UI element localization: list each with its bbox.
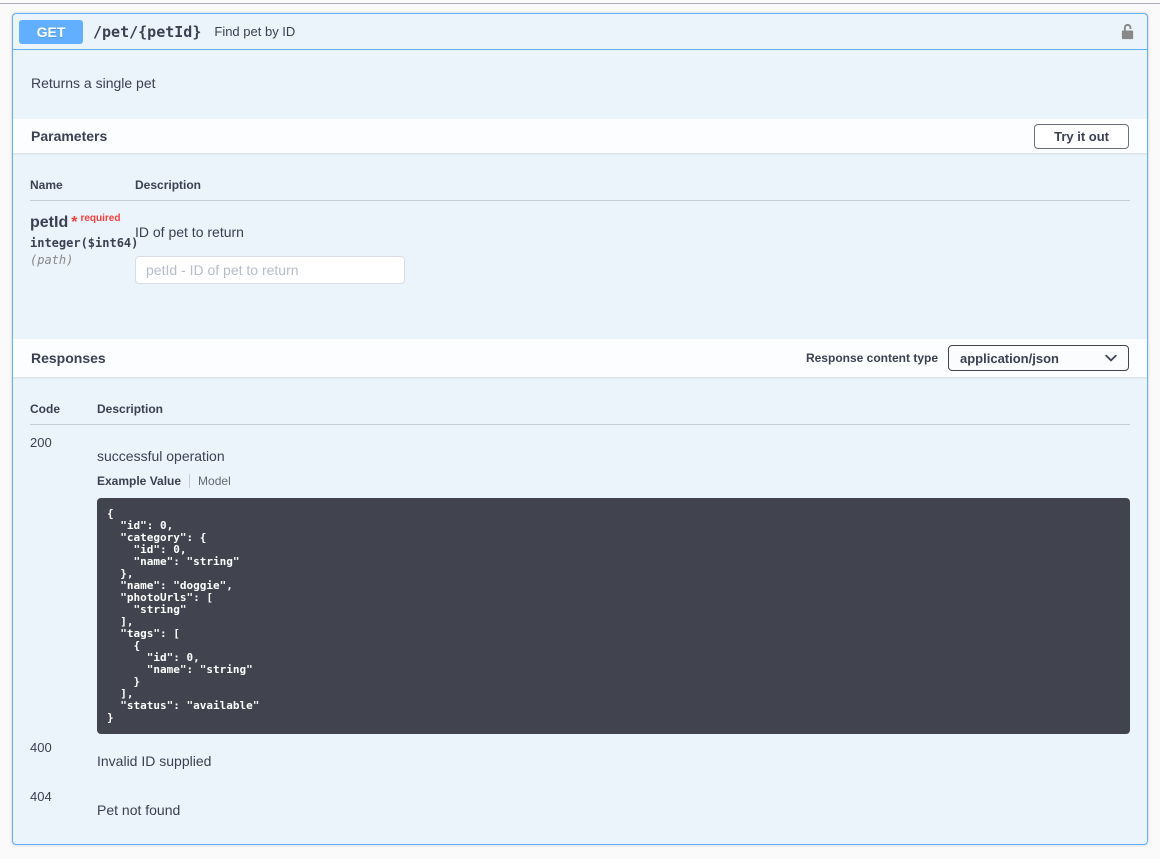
response-description-cell: Invalid ID supplied <box>97 740 1130 769</box>
responses-section-header: Responses Response content type applicat… <box>13 339 1147 377</box>
response-description: Pet not found <box>97 802 181 818</box>
parameter-name: petId * required <box>30 213 135 232</box>
parameters-table: Name Description petId * required integer(… <box>13 153 1147 339</box>
parameters-section-header: Parameters Try it out <box>13 119 1147 153</box>
column-header-description: Description <box>97 402 164 416</box>
response-description-cell: successful operation Example Value Model… <box>97 435 1130 734</box>
section-divider <box>0 3 1160 4</box>
parameter-type: integer($int64) <box>30 236 139 250</box>
responses-title: Responses <box>31 350 106 366</box>
response-code: 400 <box>30 740 52 755</box>
tab-model[interactable]: Model <box>198 474 231 488</box>
example-model-tabs: Example Value Model <box>97 474 1130 488</box>
petid-input[interactable] <box>135 256 405 284</box>
parameter-description-cell: ID of pet to return <box>135 214 1130 284</box>
column-header-description: Description <box>135 178 202 192</box>
try-it-out-button[interactable]: Try it out <box>1034 123 1129 149</box>
response-row-200: 200 successful operation Example Value M… <box>30 425 1130 734</box>
required-label: required <box>80 213 121 224</box>
responses-table-head: Code Description <box>30 377 1130 425</box>
response-description: successful operation <box>97 448 225 464</box>
example-code-block: { "id": 0, "category": { "id": 0, "name"… <box>97 498 1130 734</box>
response-content-type-select[interactable]: application/json <box>948 345 1129 371</box>
tab-separator <box>189 474 191 488</box>
parameter-location: (path) <box>30 253 74 267</box>
parameter-description: ID of pet to return <box>135 224 244 240</box>
response-code: 200 <box>30 435 52 450</box>
column-header-name: Name <box>30 178 63 192</box>
parameters-title: Parameters <box>31 128 108 144</box>
response-row-400: 400 Invalid ID supplied <box>30 734 1130 769</box>
auth-unlock-icon[interactable] <box>1120 23 1135 41</box>
column-header-code: Code <box>30 402 60 416</box>
chevron-down-icon <box>1105 354 1117 362</box>
required-asterisk: * <box>71 214 78 231</box>
parameter-name-text: petId <box>30 214 69 231</box>
response-content-type-label: Response content type <box>805 351 938 365</box>
endpoint-path: /pet/{petId} <box>93 22 202 41</box>
tab-example-value[interactable]: Example Value <box>97 474 181 488</box>
endpoint-summary: Find pet by ID <box>214 24 296 39</box>
responses-table: Code Description 200 successful operatio… <box>13 377 1147 818</box>
response-content-type-value: application/json <box>960 350 1059 366</box>
response-content-type: Response content type application/json <box>806 345 1129 371</box>
response-code: 404 <box>30 789 52 804</box>
response-description: Invalid ID supplied <box>97 753 212 769</box>
http-method-badge: GET <box>19 19 83 44</box>
parameters-table-head: Name Description <box>30 153 1130 201</box>
operation-summary[interactable]: GET /pet/{petId} Find pet by ID <box>13 14 1147 50</box>
parameter-name-cell: petId * required integer($int64) (path) <box>30 213 139 284</box>
endpoint-description: Returns a single pet <box>31 75 156 91</box>
parameter-row: petId * required integer($int64) (path) ID… <box>30 201 1130 284</box>
operation-block-get-pet: GET /pet/{petId} Find pet by ID Returns … <box>12 13 1148 845</box>
response-row-404: 404 Pet not found <box>30 769 1130 818</box>
response-description-cell: Pet not found <box>97 789 1130 818</box>
